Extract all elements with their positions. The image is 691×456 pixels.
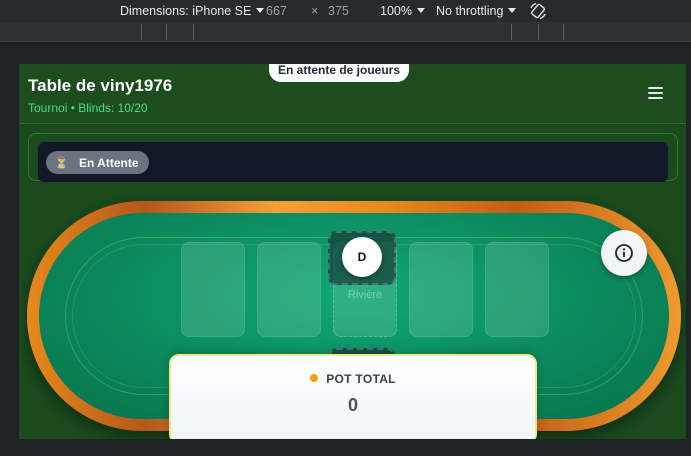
device-viewport: Table de viny1976 Tournoi • Blinds: 10/2… bbox=[19, 64, 686, 439]
community-card-slot bbox=[485, 242, 549, 337]
pot-label-text: POT TOTAL bbox=[326, 372, 396, 386]
hamburger-menu-icon[interactable] bbox=[645, 84, 667, 104]
dimension-separator: × bbox=[311, 4, 319, 18]
ruler-tick bbox=[141, 24, 142, 40]
ruler-tick bbox=[166, 24, 167, 40]
dealer-button: D bbox=[342, 237, 382, 277]
pot-value: 0 bbox=[347, 395, 358, 415]
page-title: Table de viny1976 bbox=[28, 76, 173, 95]
status-bar: ⏳ En Attente bbox=[38, 142, 668, 182]
height-field[interactable]: 375 bbox=[328, 4, 349, 18]
throttling-select[interactable]: No throttling bbox=[436, 4, 517, 18]
info-icon bbox=[615, 244, 633, 262]
status-badge: ⏳ En Attente bbox=[46, 151, 149, 174]
status-panel: ⏳ En Attente bbox=[28, 133, 678, 182]
chevron-down-icon bbox=[256, 8, 265, 13]
ruler-tick bbox=[563, 24, 564, 40]
width-field[interactable]: 667 bbox=[266, 4, 287, 18]
throttling-select-label: No throttling bbox=[436, 4, 504, 18]
waiting-message: En attente de joueurs bbox=[269, 64, 409, 82]
devtools-device-toolbar: Dimensions: iPhone SE 667 × 375 100% No … bbox=[0, 0, 691, 22]
device-select[interactable]: Dimensions: iPhone SE bbox=[120, 4, 265, 18]
ruler-tick bbox=[538, 24, 539, 40]
pot-panel: POT TOTAL 0 bbox=[169, 354, 537, 439]
zoom-select-label: 100% bbox=[380, 4, 412, 18]
status-badge-label: En Attente bbox=[78, 155, 139, 170]
river-slot-label: Rivière bbox=[347, 289, 383, 301]
ruler-tick bbox=[193, 24, 194, 40]
page-subtitle: Tournoi • Blinds: 10/20 bbox=[28, 101, 148, 115]
info-button[interactable] bbox=[601, 230, 647, 276]
rotate-icon[interactable] bbox=[528, 1, 548, 21]
community-card-slot bbox=[181, 242, 245, 337]
zoom-select[interactable]: 100% bbox=[380, 4, 425, 18]
pot-label: POT TOTAL bbox=[171, 372, 535, 386]
pot-indicator-dot bbox=[310, 374, 319, 382]
community-card-slot bbox=[257, 242, 321, 337]
device-select-label: Dimensions: iPhone SE bbox=[120, 4, 252, 18]
devtools-ruler bbox=[0, 22, 691, 42]
ruler-tick bbox=[511, 24, 512, 40]
hourglass-icon: ⏳ bbox=[54, 155, 69, 170]
community-card-slot bbox=[409, 242, 473, 337]
chevron-down-icon bbox=[508, 8, 517, 13]
chevron-down-icon bbox=[416, 8, 425, 13]
